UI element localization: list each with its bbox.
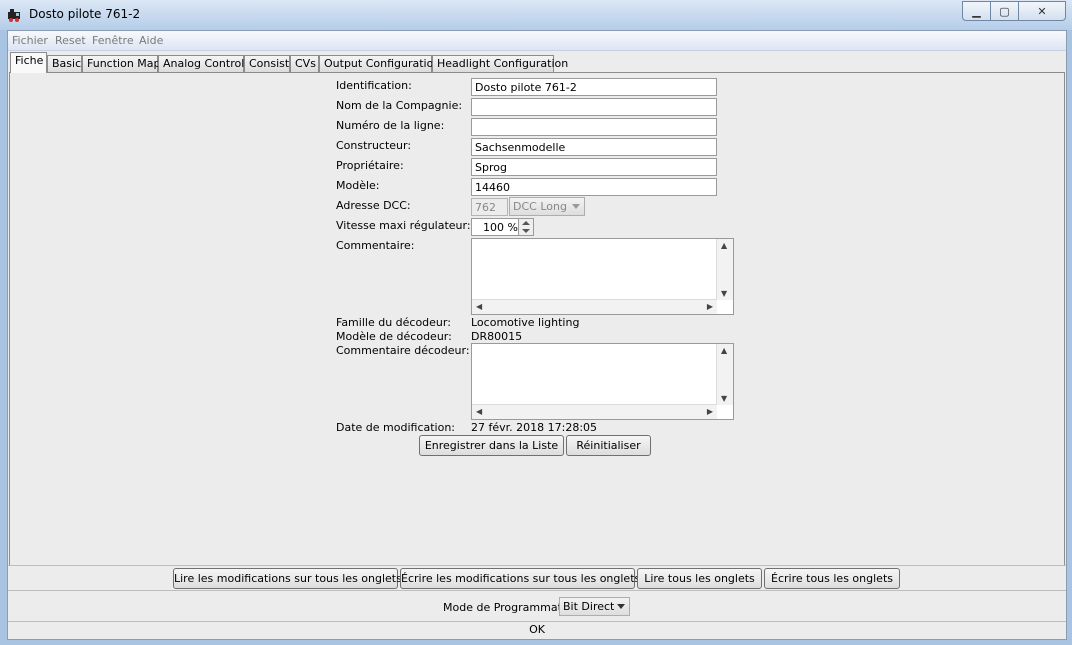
scroll-left-icon[interactable]: ◀ (476, 407, 482, 416)
decoder-model-value: DR80015 (471, 330, 523, 343)
company-field[interactable] (471, 98, 717, 116)
programming-mode-value: Bit Direct (563, 600, 615, 613)
comment-vertical-scrollbar[interactable]: ▲ ▼ (716, 239, 733, 300)
comment-textarea[interactable]: ▲ ▼ ◀ ▶ (471, 238, 734, 315)
model-field[interactable]: 14460 (471, 178, 717, 196)
minimize-icon: ▁ (972, 4, 981, 18)
locomotive-icon (8, 9, 20, 22)
menu-aide[interactable]: Aide (139, 34, 163, 47)
read-all-button[interactable]: Lire tous les onglets (637, 568, 762, 589)
menu-fenetre[interactable]: Fenêtre (92, 34, 134, 47)
programming-bar: Mode de Programmation Bit Direct (8, 590, 1066, 621)
decoder-comment-label: Commentaire décodeur: (336, 344, 470, 357)
owner-field[interactable]: Sprog (471, 158, 717, 176)
dcc-address-field[interactable]: 762 (471, 198, 508, 216)
write-changes-button[interactable]: Écrire les modifications sur tous les on… (400, 568, 640, 589)
arrow-down-icon[interactable] (522, 229, 530, 233)
decoder-family-label: Famille du décodeur: (336, 316, 451, 329)
decoder-model-label: Modèle de décodeur: (336, 330, 452, 343)
max-speed-spinner[interactable]: 100 % (471, 218, 534, 236)
menu-fichier[interactable]: Fichier (12, 34, 48, 47)
identification-field[interactable]: Dosto pilote 761-2 (471, 78, 717, 96)
line-number-label: Numéro de la ligne: (336, 119, 445, 132)
tab-fiche[interactable]: Fiche (10, 52, 47, 73)
modification-date-value: 27 févr. 2018 17:28:05 (471, 421, 598, 434)
dcc-type-value: DCC Long (513, 200, 567, 213)
read-changes-button[interactable]: Lire les modifications sur tous les ongl… (173, 568, 402, 589)
tab-function-map[interactable]: Function Map (82, 55, 161, 72)
decoder-comment-textarea[interactable]: ▲ ▼ ◀ ▶ (471, 343, 734, 420)
minimize-button[interactable]: ▁ (962, 1, 990, 21)
comment-label: Commentaire: (336, 239, 415, 252)
owner-label: Propriétaire: (336, 159, 404, 172)
decoder-family-value: Locomotive lighting (471, 316, 580, 329)
window: Dosto pilote 761-2 ▁ ▢ ✕ Fichier Reset F… (0, 0, 1072, 645)
dcc-type-select[interactable]: DCC Long (509, 197, 585, 216)
actions-bar: Lire les modifications sur tous les ongl… (8, 565, 1066, 590)
title-bar: Dosto pilote 761-2 ▁ ▢ ✕ (0, 0, 1072, 30)
modification-date-label: Date de modification: (336, 421, 456, 434)
maximize-icon: ▢ (999, 4, 1010, 18)
builder-field[interactable]: Sachsenmodelle (471, 138, 717, 156)
tab-cvs[interactable]: CVs (290, 55, 319, 72)
reset-button[interactable]: Réinitialiser (566, 435, 651, 456)
status-bar: OK (8, 621, 1066, 638)
fiche-panel: Identification: Dosto pilote 761-2 Nom d… (9, 72, 1065, 566)
tab-output-configuration[interactable]: Output Configuration (319, 55, 440, 72)
scroll-right-icon[interactable]: ▶ (707, 302, 713, 311)
menu-reset[interactable]: Reset (55, 34, 86, 47)
window-title: Dosto pilote 761-2 (29, 7, 141, 21)
tab-consist[interactable]: Consist (244, 55, 290, 72)
chevron-down-icon (572, 204, 580, 209)
decoder-comment-vertical-scrollbar[interactable]: ▲ ▼ (716, 344, 733, 405)
line-number-field[interactable] (471, 118, 717, 136)
identification-label: Identification: (336, 79, 412, 92)
programming-mode-select[interactable]: Bit Direct (559, 597, 630, 616)
close-icon: ✕ (1037, 4, 1047, 18)
close-button[interactable]: ✕ (1018, 1, 1066, 21)
scroll-right-icon[interactable]: ▶ (707, 407, 713, 416)
scroll-up-icon[interactable]: ▲ (721, 241, 727, 250)
scroll-down-icon[interactable]: ▼ (721, 289, 727, 298)
spinner-buttons[interactable] (518, 219, 533, 235)
menu-bar: Fichier Reset Fenêtre Aide (8, 31, 1066, 51)
tab-analog-controls[interactable]: Analog Controls (158, 55, 250, 72)
tab-strip: Fiche Basic Function Map Analog Controls… (8, 51, 1066, 73)
max-speed-value: 100 % (483, 221, 518, 234)
builder-label: Constructeur: (336, 139, 412, 152)
dcc-address-label: Adresse DCC: (336, 199, 411, 212)
chevron-down-icon (617, 604, 625, 609)
decoder-comment-horizontal-scrollbar[interactable]: ◀ ▶ (472, 404, 717, 419)
maximize-button[interactable]: ▢ (990, 1, 1018, 21)
client-area: Fichier Reset Fenêtre Aide Fiche Basic F… (7, 30, 1067, 640)
comment-horizontal-scrollbar[interactable]: ◀ ▶ (472, 299, 717, 314)
tab-headlight-configuration[interactable]: Headlight Configuration (432, 55, 568, 72)
save-to-list-button[interactable]: Enregistrer dans la Liste (419, 435, 564, 456)
arrow-up-icon[interactable] (522, 221, 530, 225)
tab-basic[interactable]: Basic (47, 55, 82, 72)
model-label: Modèle: (336, 179, 380, 192)
write-all-button[interactable]: Écrire tous les onglets (764, 568, 900, 589)
scroll-down-icon[interactable]: ▼ (721, 394, 727, 403)
max-speed-label: Vitesse maxi régulateur: (336, 219, 471, 232)
company-label: Nom de la Compagnie: (336, 99, 463, 112)
scroll-left-icon[interactable]: ◀ (476, 302, 482, 311)
scroll-up-icon[interactable]: ▲ (721, 346, 727, 355)
